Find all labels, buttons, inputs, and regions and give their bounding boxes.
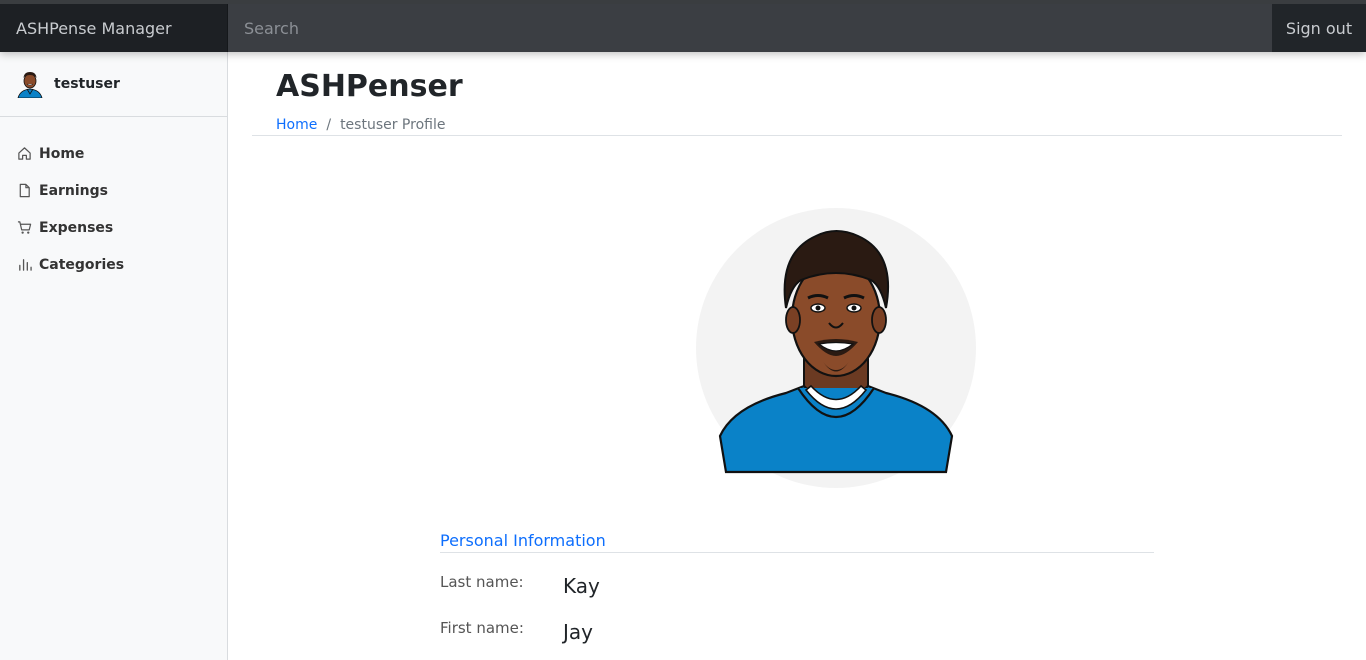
- profile-picture: [696, 208, 976, 488]
- file-icon: [16, 183, 32, 199]
- page-title: ASHPenser: [276, 69, 463, 104]
- brand-name[interactable]: ASHPense Manager: [0, 4, 228, 52]
- sidebar-item-expenses[interactable]: Expenses: [0, 209, 227, 246]
- top-navbar: ASHPense Manager Sign out: [0, 0, 1366, 52]
- section-divider: [440, 552, 1154, 553]
- sidebar-nav: Home Earnings Expenses Categories: [0, 117, 227, 283]
- first-name-value: Jay: [563, 620, 593, 644]
- home-icon: [16, 146, 32, 162]
- sign-out-link[interactable]: Sign out: [1272, 4, 1366, 52]
- breadcrumb-current: testuser Profile: [340, 117, 446, 133]
- section-title: Personal Information: [440, 531, 606, 550]
- sidebar-item-home[interactable]: Home: [0, 135, 227, 172]
- breadcrumb-home-link[interactable]: Home: [276, 117, 317, 133]
- breadcrumb: Home / testuser Profile: [276, 117, 445, 133]
- last-name-label: Last name:: [440, 573, 524, 591]
- last-name-value: Kay: [563, 574, 600, 598]
- search-input[interactable]: [228, 4, 1272, 52]
- sidebar-user[interactable]: testuser: [0, 52, 227, 117]
- sidebar-item-label: Categories: [39, 256, 125, 273]
- bar-chart-icon: [16, 257, 32, 273]
- first-name-label: First name:: [440, 619, 524, 637]
- sidebar-item-label: Expenses: [39, 219, 114, 236]
- breadcrumb-separator: /: [326, 117, 332, 133]
- sidebar-item-categories[interactable]: Categories: [0, 246, 227, 283]
- sidebar-item-label: Earnings: [39, 182, 109, 199]
- cart-icon: [16, 220, 32, 236]
- main-content: ASHPenser Home / testuser Profile Person…: [252, 52, 1342, 660]
- sidebar: testuser Home Earnings Expenses Categori…: [0, 52, 228, 660]
- sidebar-item-earnings[interactable]: Earnings: [0, 172, 227, 209]
- header-divider: [252, 135, 1342, 136]
- sidebar-item-label: Home: [39, 145, 85, 162]
- sidebar-username: testuser: [54, 76, 120, 92]
- avatar: [17, 72, 43, 98]
